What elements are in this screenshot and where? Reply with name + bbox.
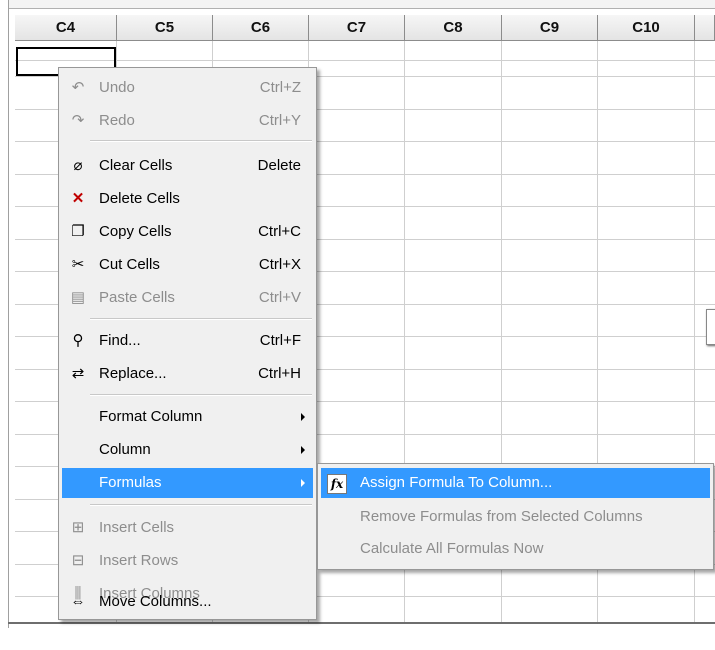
menu-separator (90, 318, 312, 320)
menu-item-label: Paste Cells (99, 289, 175, 306)
copy-icon: ❐ (71, 223, 85, 240)
menu-item-paste-cells[interactable]: ▤ Paste Cells Ctrl+V (62, 283, 313, 313)
menu-item-clear-cells[interactable]: ⌀ Clear Cells Delete (62, 151, 313, 181)
menu-item-insert-cells[interactable]: ⊞ Insert Cells (62, 513, 313, 543)
menu-item-shortcut: Ctrl+C (258, 223, 301, 240)
menu-item-delete-cells[interactable]: ✕ Delete Cells (62, 184, 313, 214)
replace-icon: ⇄ (71, 365, 85, 382)
menu-item-shortcut: Ctrl+Y (258, 112, 301, 129)
menu-item-label: Redo (99, 112, 135, 129)
formulas-submenu: fx Assign Formula To Column... Remove Fo… (317, 463, 714, 570)
column-header-c10[interactable]: C10 (598, 15, 695, 41)
menu-item-insert-rows[interactable]: ⊟ Insert Rows (62, 546, 313, 576)
undo-icon: ↶ (71, 79, 85, 96)
submenu-item-label: Assign Formula To Column... (360, 474, 553, 491)
menu-item-move-columns[interactable]: ⇔ Move Columns... (62, 587, 313, 617)
move-columns-icon: ⇔ (70, 593, 86, 610)
menu-item-shortcut: Ctrl+X (258, 256, 301, 273)
menu-item-label: Format Column (99, 408, 203, 425)
menu-item-label: Formulas (99, 474, 162, 491)
delete-x-icon: ✕ (71, 190, 85, 207)
menu-item-column[interactable]: Column (62, 435, 313, 465)
menu-item-label: Column (99, 441, 151, 458)
redo-icon: ↷ (71, 112, 85, 129)
context-menu: ↶ Undo Ctrl+Z ↷ Redo Ctrl+Y ⌀ Clear Cell… (58, 67, 317, 620)
menu-item-label: Delete Cells (99, 190, 180, 207)
submenu-item-label: Calculate All Formulas Now (360, 540, 544, 557)
menu-item-find[interactable]: ⚲ Find... Ctrl+F (62, 326, 313, 356)
insert-rows-icon: ⊟ (71, 552, 85, 569)
menu-item-shortcut: Ctrl+Z (259, 79, 301, 96)
menu-item-format-column[interactable]: Format Column (62, 402, 313, 432)
menu-separator (90, 394, 312, 396)
menu-item-label: Move Columns... (99, 593, 212, 610)
menu-item-formulas[interactable]: Formulas (62, 468, 313, 498)
menu-item-copy-cells[interactable]: ❐ Copy Cells Ctrl+C (62, 217, 313, 247)
submenu-item-remove-formulas[interactable]: Remove Formulas from Selected Columns (321, 502, 710, 532)
menu-item-shortcut: Ctrl+V (258, 289, 301, 306)
column-header-c4[interactable]: C4 (15, 15, 117, 41)
column-header-c5[interactable]: C5 (117, 15, 213, 41)
column-header-c7[interactable]: C7 (309, 15, 405, 41)
menu-item-label: Undo (99, 79, 135, 96)
menu-item-replace[interactable]: ⇄ Replace... Ctrl+H (62, 359, 313, 389)
menu-separator (90, 140, 312, 142)
menu-item-undo[interactable]: ↶ Undo Ctrl+Z (62, 73, 313, 103)
menu-item-redo[interactable]: ↷ Redo Ctrl+Y (62, 106, 313, 136)
menu-item-cut-cells[interactable]: ✂ Cut Cells Ctrl+X (62, 250, 313, 280)
column-header-partial[interactable] (695, 15, 715, 41)
menu-item-label: Copy Cells (99, 223, 172, 240)
grid-row-line (15, 60, 715, 61)
submenu-arrow-icon (301, 446, 305, 454)
eraser-icon: ⌀ (73, 157, 83, 174)
menu-item-label: Find... (99, 332, 141, 349)
column-header-c9[interactable]: C9 (502, 15, 598, 41)
menu-item-label: Insert Cells (99, 519, 175, 536)
fx-icon: fx (327, 474, 347, 494)
submenu-item-label: Remove Formulas from Selected Columns (360, 508, 643, 525)
submenu-item-calculate-formulas[interactable]: Calculate All Formulas Now (321, 534, 710, 564)
grid-bottom-border (8, 622, 715, 624)
submenu-arrow-icon (301, 479, 305, 487)
menu-item-shortcut: Ctrl+F (259, 332, 301, 349)
insert-cells-icon: ⊞ (71, 519, 85, 536)
scissors-icon: ✂ (71, 256, 85, 273)
menu-item-label: Replace... (99, 365, 167, 382)
binoculars-icon: ⚲ (72, 332, 84, 349)
column-header-c6[interactable]: C6 (213, 15, 309, 41)
menu-item-label: Insert Rows (99, 552, 179, 569)
menu-separator (90, 504, 312, 506)
partial-popup-edge (706, 309, 715, 345)
paste-icon: ▤ (70, 289, 86, 306)
menu-item-label: Cut Cells (99, 256, 160, 273)
column-header-c8[interactable]: C8 (405, 15, 502, 41)
submenu-item-assign-formula[interactable]: fx Assign Formula To Column... (321, 468, 710, 498)
column-headers: C4 C5 C6 C7 C8 C9 C10 (15, 15, 715, 41)
menu-item-shortcut: Ctrl+H (258, 365, 301, 382)
submenu-arrow-icon (301, 413, 305, 421)
menu-item-label: Clear Cells (99, 157, 173, 174)
menu-item-shortcut: Delete (257, 157, 301, 174)
